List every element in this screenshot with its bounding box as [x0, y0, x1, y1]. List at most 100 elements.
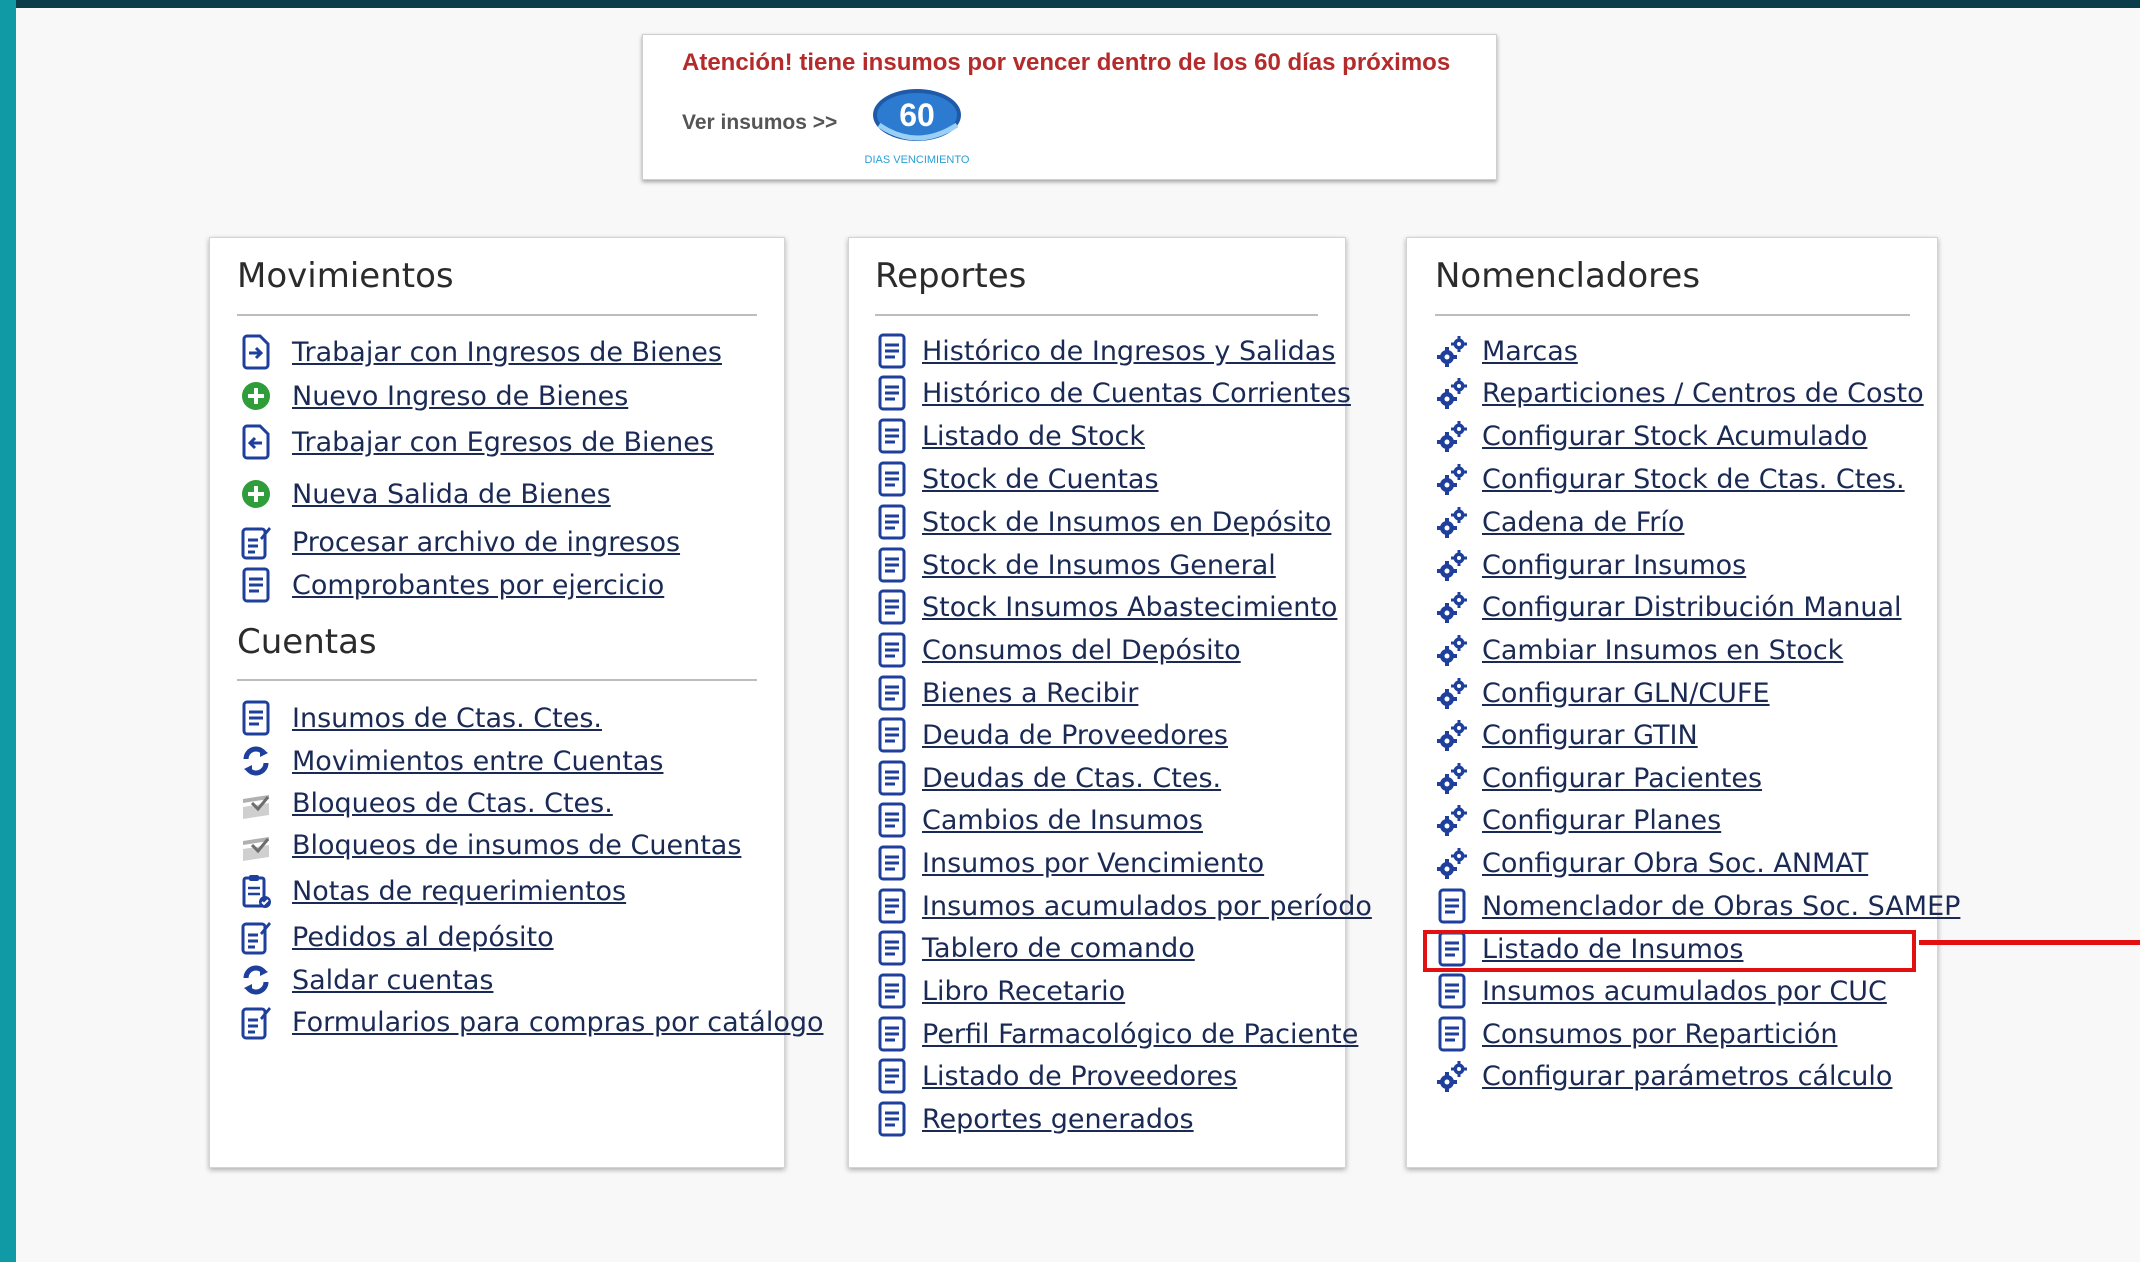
menu-item-label[interactable]: Trabajar con Egresos de Bienes	[292, 427, 714, 458]
menu-item-label[interactable]: Configurar Obra Soc. ANMAT	[1482, 848, 1868, 879]
menu-item-label[interactable]: Reportes generados	[922, 1104, 1194, 1135]
menu-item-label[interactable]: Movimientos entre Cuentas	[292, 746, 663, 777]
menu-item-procesar-archivo-de-ingresos[interactable]: Procesar archivo de ingresos	[240, 521, 680, 563]
menu-item-label[interactable]: Deuda de Proveedores	[922, 720, 1228, 751]
menu-item-historico-de-cuentas-corrientes[interactable]: Histórico de Cuentas Corrientes	[876, 372, 1351, 414]
menu-item-nuevo-ingreso-de-bienes[interactable]: Nuevo Ingreso de Bienes	[240, 375, 628, 417]
menu-item-reparticiones-centros-de-costo[interactable]: Reparticiones / Centros de Costo	[1436, 372, 1924, 414]
menu-item-stock-de-insumos-general[interactable]: Stock de Insumos General	[876, 544, 1276, 586]
menu-item-comprobantes-por-ejercicio[interactable]: Comprobantes por ejercicio	[240, 564, 664, 606]
menu-item-label[interactable]: Listado de Stock	[922, 421, 1145, 452]
menu-item-label[interactable]: Reparticiones / Centros de Costo	[1482, 378, 1924, 409]
menu-item-nomenclador-de-obras-soc-samep[interactable]: Nomenclador de Obras Soc. SAMEP	[1436, 885, 1960, 927]
menu-item-stock-de-cuentas[interactable]: Stock de Cuentas	[876, 458, 1159, 500]
menu-item-label[interactable]: Deudas de Ctas. Ctes.	[922, 763, 1221, 794]
menu-item-label[interactable]: Cadena de Frío	[1482, 507, 1684, 538]
menu-item-label[interactable]: Configurar Insumos	[1482, 550, 1746, 581]
menu-item-libro-recetario[interactable]: Libro Recetario	[876, 970, 1125, 1012]
menu-item-tablero-de-comando[interactable]: Tablero de comando	[876, 927, 1195, 969]
menu-item-cambios-de-insumos[interactable]: Cambios de Insumos	[876, 799, 1203, 841]
menu-item-label[interactable]: Configurar parámetros cálculo	[1482, 1061, 1892, 1092]
view-supplies-link[interactable]: Ver insumos >>	[682, 111, 837, 135]
menu-item-insumos-acumulados-por-periodo[interactable]: Insumos acumulados por período	[876, 885, 1372, 927]
menu-item-cadena-de-frio[interactable]: Cadena de Frío	[1436, 501, 1684, 543]
menu-item-label[interactable]: Configurar GLN/CUFE	[1482, 678, 1770, 709]
menu-item-label[interactable]: Insumos de Ctas. Ctes.	[292, 703, 602, 734]
menu-item-configurar-stock-acumulado[interactable]: Configurar Stock Acumulado	[1436, 415, 1867, 457]
menu-item-notas-de-requerimientos[interactable]: Notas de requerimientos	[240, 870, 626, 912]
menu-item-label[interactable]: Configurar GTIN	[1482, 720, 1698, 751]
menu-item-label[interactable]: Stock de Insumos en Depósito	[922, 507, 1331, 538]
menu-item-trabajar-con-egresos-de-bienes[interactable]: Trabajar con Egresos de Bienes	[240, 421, 714, 463]
menu-item-label[interactable]: Histórico de Ingresos y Salidas	[922, 336, 1335, 367]
menu-item-pedidos-al-deposito[interactable]: Pedidos al depósito	[240, 916, 554, 958]
menu-item-trabajar-con-ingresos-de-bienes[interactable]: Trabajar con Ingresos de Bienes	[240, 331, 722, 373]
menu-item-label[interactable]: Formularios para compras por catálogo	[292, 1007, 824, 1038]
menu-item-label[interactable]: Perfil Farmacológico de Paciente	[922, 1019, 1358, 1050]
menu-item-label[interactable]: Marcas	[1482, 336, 1578, 367]
menu-item-insumos-acumulados-por-cuc[interactable]: Insumos acumulados por CUC	[1436, 970, 1887, 1012]
menu-item-insumos-por-vencimiento[interactable]: Insumos por Vencimiento	[876, 842, 1264, 884]
menu-item-label[interactable]: Nueva Salida de Bienes	[292, 479, 611, 510]
menu-item-label[interactable]: Consumos del Depósito	[922, 635, 1241, 666]
menu-item-formularios-para-compras-por-catalogo[interactable]: Formularios para compras por catálogo	[240, 1001, 824, 1043]
menu-item-label[interactable]: Trabajar con Ingresos de Bienes	[292, 337, 722, 368]
menu-item-label[interactable]: Consumos por Repartición	[1482, 1019, 1837, 1050]
menu-item-configurar-gtin[interactable]: Configurar GTIN	[1436, 714, 1698, 756]
menu-item-label[interactable]: Cambios de Insumos	[922, 805, 1203, 836]
menu-item-label[interactable]: Configurar Distribución Manual	[1482, 592, 1902, 623]
menu-item-configurar-parametros-calculo[interactable]: Configurar parámetros cálculo	[1436, 1055, 1892, 1097]
menu-item-consumos-del-deposito[interactable]: Consumos del Depósito	[876, 629, 1241, 671]
menu-item-label[interactable]: Bienes a Recibir	[922, 678, 1138, 709]
menu-item-stock-de-insumos-en-deposito[interactable]: Stock de Insumos en Depósito	[876, 501, 1331, 543]
menu-item-label[interactable]: Configurar Pacientes	[1482, 763, 1762, 794]
sixty-days-expiry-icon[interactable]: 60 DIAS VENCIMIENTO	[855, 81, 970, 167]
menu-item-label[interactable]: Insumos por Vencimiento	[922, 848, 1264, 879]
menu-item-label[interactable]: Saldar cuentas	[292, 965, 493, 996]
menu-item-label[interactable]: Procesar archivo de ingresos	[292, 527, 680, 558]
menu-item-configurar-obra-soc-anmat[interactable]: Configurar Obra Soc. ANMAT	[1436, 842, 1868, 884]
menu-item-label[interactable]: Nuevo Ingreso de Bienes	[292, 381, 628, 412]
menu-item-listado-de-stock[interactable]: Listado de Stock	[876, 415, 1145, 457]
menu-item-deuda-de-proveedores[interactable]: Deuda de Proveedores	[876, 714, 1228, 756]
menu-item-saldar-cuentas[interactable]: Saldar cuentas	[240, 959, 493, 1001]
menu-item-bloqueos-de-ctas-ctes[interactable]: Bloqueos de Ctas. Ctes.	[240, 782, 613, 824]
menu-item-label[interactable]: Cambiar Insumos en Stock	[1482, 635, 1843, 666]
menu-item-label[interactable]: Configurar Planes	[1482, 805, 1721, 836]
menu-item-label[interactable]: Configurar Stock Acumulado	[1482, 421, 1867, 452]
menu-item-label[interactable]: Libro Recetario	[922, 976, 1125, 1007]
menu-item-label[interactable]: Listado de Proveedores	[922, 1061, 1237, 1092]
menu-item-cambiar-insumos-en-stock[interactable]: Cambiar Insumos en Stock	[1436, 629, 1843, 671]
menu-item-label[interactable]: Histórico de Cuentas Corrientes	[922, 378, 1351, 409]
menu-item-label[interactable]: Nomenclador de Obras Soc. SAMEP	[1482, 891, 1960, 922]
menu-item-consumos-por-reparticion[interactable]: Consumos por Repartición	[1436, 1013, 1837, 1055]
menu-item-deudas-de-ctas-ctes[interactable]: Deudas de Ctas. Ctes.	[876, 757, 1221, 799]
menu-item-marcas[interactable]: Marcas	[1436, 330, 1578, 372]
menu-item-historico-de-ingresos-y-salidas[interactable]: Histórico de Ingresos y Salidas	[876, 330, 1335, 372]
menu-item-configurar-insumos[interactable]: Configurar Insumos	[1436, 544, 1746, 586]
menu-item-label[interactable]: Bloqueos de Ctas. Ctes.	[292, 788, 613, 819]
menu-item-insumos-de-ctas-ctes[interactable]: Insumos de Ctas. Ctes.	[240, 697, 602, 739]
menu-item-stock-insumos-abastecimiento[interactable]: Stock Insumos Abastecimiento	[876, 586, 1337, 628]
menu-item-bloqueos-de-insumos-de-cuentas[interactable]: Bloqueos de insumos de Cuentas	[240, 824, 741, 866]
menu-item-configurar-pacientes[interactable]: Configurar Pacientes	[1436, 757, 1762, 799]
menu-item-listado-de-proveedores[interactable]: Listado de Proveedores	[876, 1055, 1237, 1097]
menu-item-configurar-planes[interactable]: Configurar Planes	[1436, 799, 1721, 841]
menu-item-label[interactable]: Stock de Insumos General	[922, 550, 1276, 581]
menu-item-nueva-salida-de-bienes[interactable]: Nueva Salida de Bienes	[240, 473, 611, 515]
menu-item-configurar-stock-de-ctas-ctes[interactable]: Configurar Stock de Ctas. Ctes.	[1436, 458, 1905, 500]
menu-item-perfil-farmacologico-de-paciente[interactable]: Perfil Farmacológico de Paciente	[876, 1013, 1358, 1055]
menu-item-reportes-generados[interactable]: Reportes generados	[876, 1098, 1194, 1140]
menu-item-label[interactable]: Notas de requerimientos	[292, 876, 626, 907]
menu-item-label[interactable]: Bloqueos de insumos de Cuentas	[292, 830, 741, 861]
menu-item-label[interactable]: Configurar Stock de Ctas. Ctes.	[1482, 464, 1905, 495]
menu-item-label[interactable]: Stock de Cuentas	[922, 464, 1159, 495]
menu-item-movimientos-entre-cuentas[interactable]: Movimientos entre Cuentas	[240, 740, 663, 782]
menu-item-configurar-distribucion-manual[interactable]: Configurar Distribución Manual	[1436, 586, 1902, 628]
menu-item-label[interactable]: Tablero de comando	[922, 933, 1195, 964]
menu-item-label[interactable]: Stock Insumos Abastecimiento	[922, 592, 1337, 623]
menu-item-label[interactable]: Insumos acumulados por período	[922, 891, 1372, 922]
menu-item-label[interactable]: Insumos acumulados por CUC	[1482, 976, 1887, 1007]
menu-item-bienes-a-recibir[interactable]: Bienes a Recibir	[876, 672, 1138, 714]
menu-item-configurar-gln-cufe[interactable]: Configurar GLN/CUFE	[1436, 672, 1770, 714]
